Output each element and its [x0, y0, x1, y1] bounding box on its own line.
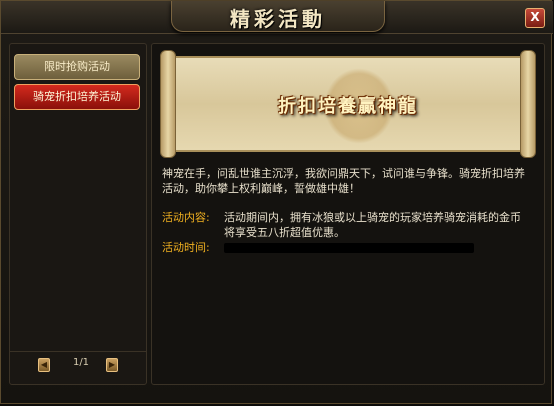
- activity-window: 精彩活動 X 限时抢购活动 骑宠折扣培养活动 ◀ 1/1 ▶ 折扣培養贏神龍 神…: [0, 0, 553, 404]
- next-page-button[interactable]: ▶: [106, 358, 118, 372]
- content-value: 活动期间内，拥有冰狼或以上骑宠的玩家培养骑宠消耗的金币将享受五八折超值优惠。: [224, 211, 521, 239]
- scroll-parchment: 折扣培養贏神龍: [174, 56, 522, 152]
- time-label: 活动时间:: [162, 241, 210, 254]
- scroll-rod-right: [520, 50, 536, 158]
- scroll-banner: 折扣培養贏神龍: [160, 50, 536, 158]
- title-plate: 精彩活動: [171, 1, 385, 32]
- activity-detail-panel: 折扣培養贏神龍 神宠在手，问乱世谁主沉浮，我欲问鼎天下，试问谁与争锋。骑宠折扣培…: [151, 43, 545, 385]
- activity-description: 神宠在手，问乱世谁主沉浮，我欲问鼎天下，试问谁与争锋。骑宠折扣培养活动，助你攀上…: [162, 167, 525, 195]
- pager: ◀ 1/1 ▶: [10, 351, 146, 376]
- content-label: 活动内容:: [162, 211, 210, 224]
- close-button[interactable]: X: [525, 8, 545, 28]
- time-value-redacted: [224, 240, 524, 255]
- redaction-bar: [224, 243, 474, 253]
- sidebar-item-flash-sale[interactable]: 限时抢购活动: [14, 54, 140, 80]
- activity-sidebar: 限时抢购活动 骑宠折扣培养活动 ◀ 1/1 ▶: [9, 43, 147, 385]
- window-title: 精彩活動: [230, 7, 326, 31]
- page-indicator: 1/1: [72, 357, 90, 368]
- scroll-rod-left: [160, 50, 176, 158]
- sidebar-item-mount-discount[interactable]: 骑宠折扣培养活动: [14, 84, 140, 110]
- banner-title: 折扣培養贏神龍: [278, 96, 418, 117]
- title-bar: 精彩活動 X: [1, 1, 553, 34]
- prev-page-button[interactable]: ◀: [38, 358, 50, 372]
